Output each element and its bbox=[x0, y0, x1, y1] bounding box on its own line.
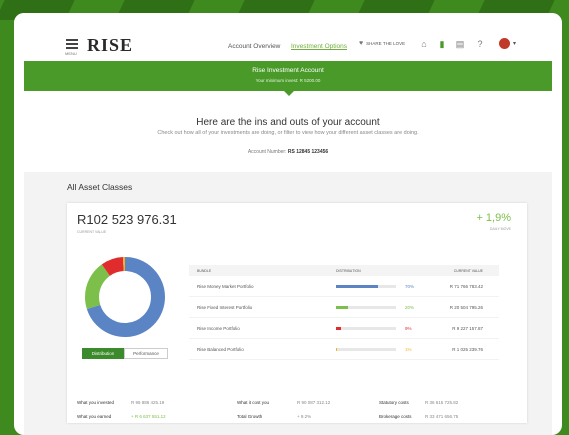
distribution-percent: 70% bbox=[405, 284, 415, 289]
bundle-current-value: R 20 504 795.26 bbox=[449, 305, 483, 310]
daily-move: + 1,9% bbox=[476, 212, 511, 224]
bundle-name: Rise Income Portfolio bbox=[197, 326, 240, 331]
nav-investment-options[interactable]: Investment Options bbox=[291, 43, 347, 50]
summary-item: Total Growth + 9.2% bbox=[237, 414, 377, 419]
account-number-label: Account Number: bbox=[247, 149, 287, 155]
bundle-name: Rise Fixed Interest Portfolio bbox=[197, 305, 253, 310]
distribution-bar bbox=[336, 285, 396, 288]
bundle-table: BUNDLE DISTRIBUTION CURRENT VALUE Rise M… bbox=[189, 265, 499, 360]
table-row[interactable]: Rise Fixed Interest Portfolio 20% R 20 504… bbox=[189, 297, 499, 318]
summary-item: What it cost you R 90 087 312.12 bbox=[237, 400, 377, 405]
table-header: BUNDLE DISTRIBUTION CURRENT VALUE bbox=[189, 265, 499, 276]
bundle-name: Rise Money Market Portfolio bbox=[197, 284, 254, 289]
distribution-bar-fill bbox=[336, 348, 337, 351]
distribution-bar bbox=[336, 306, 396, 309]
table-row[interactable]: Rise Balanced Portfolio 1% R 1 025 239.76 bbox=[189, 339, 499, 360]
nav-account-overview[interactable]: Account Overview bbox=[228, 43, 280, 50]
summary-label: Statutory costs bbox=[379, 400, 409, 405]
chevron-down-icon[interactable]: ▾ bbox=[513, 40, 516, 47]
banner-title: Rise Investment Account bbox=[252, 67, 324, 74]
table-row[interactable]: Rise Money Market Portfolio 70% R 71 766 7… bbox=[189, 276, 499, 297]
share-label: SHARE THE LOVE bbox=[366, 41, 406, 46]
gift-icon[interactable]: ⌂ bbox=[419, 39, 429, 49]
distribution-bar bbox=[336, 327, 396, 330]
account-number-value: RS 12845 123456 bbox=[287, 149, 329, 155]
summary-label: What you invested bbox=[77, 400, 115, 405]
account-number: Account Number: RS 12845 123456 bbox=[14, 149, 562, 155]
summary-item: What you earned + R 6 637 551.12 bbox=[77, 414, 217, 419]
summary-label: What it cost you bbox=[237, 400, 270, 405]
table-row[interactable]: Rise Income Portfolio 9% R 9 227 157.87 bbox=[189, 318, 499, 339]
banner-subtitle: Your minimum invest: R 5200.00 bbox=[255, 78, 321, 83]
banner-notch bbox=[284, 91, 294, 96]
menu-label: MENU bbox=[65, 51, 77, 56]
summary-item: What you invested R 95 886 425.19 bbox=[77, 400, 217, 405]
bundle-current-value: R 1 025 239.76 bbox=[452, 347, 483, 352]
app-window: MENU RISE Account Overview Investment Op… bbox=[14, 13, 562, 435]
notification-icon[interactable]: ▮ bbox=[437, 39, 447, 49]
distribution-bar-fill bbox=[336, 327, 342, 330]
distribution-bar-fill bbox=[336, 285, 378, 288]
menu-button[interactable]: MENU bbox=[65, 39, 78, 56]
bundle-current-value: R 9 227 157.87 bbox=[452, 326, 483, 331]
tab-performance[interactable]: Performance bbox=[124, 348, 168, 359]
page-subheading: Check out how all of your investments ar… bbox=[157, 130, 419, 136]
summary-label: What you earned bbox=[77, 414, 112, 419]
distribution-bar-fill bbox=[336, 306, 348, 309]
summary-item: Brokerage costs R 33 471 656.75 bbox=[379, 414, 519, 419]
distribution-donut-chart bbox=[85, 257, 165, 337]
help-icon[interactable]: ? bbox=[475, 39, 485, 49]
summary-label: Total Growth bbox=[237, 414, 263, 419]
summary-value: + 9.2% bbox=[297, 414, 312, 419]
account-banner: Rise Investment Account Your minimum inv… bbox=[24, 61, 552, 91]
summary-value: + R 6 637 551.12 bbox=[131, 414, 166, 419]
bundle-current-value: R 71 766 783.42 bbox=[449, 284, 483, 289]
col-bundle: BUNDLE bbox=[197, 269, 212, 273]
heart-icon: ♥ bbox=[359, 40, 364, 47]
top-navbar: MENU RISE Account Overview Investment Op… bbox=[14, 13, 562, 63]
calendar-icon[interactable]: ▤ bbox=[455, 39, 465, 49]
tab-distribution[interactable]: Distribution bbox=[82, 348, 124, 359]
summary-value: R 36 615 725.82 bbox=[425, 400, 459, 405]
summary-value: R 95 886 425.19 bbox=[131, 400, 165, 405]
page-heading: Here are the ins and outs of your accoun… bbox=[196, 117, 380, 128]
summary-value: R 33 471 656.75 bbox=[425, 414, 459, 419]
avatar[interactable] bbox=[499, 38, 510, 49]
share-the-love-link[interactable]: ♥ SHARE THE LOVE bbox=[359, 40, 405, 47]
daily-move-label: DAILY MOVE bbox=[489, 227, 511, 231]
summary-label: Brokerage costs bbox=[379, 414, 412, 419]
col-distribution: DISTRIBUTION bbox=[336, 269, 361, 273]
current-value: R102 523 976.31 bbox=[77, 212, 177, 227]
section-title: All Asset Classes bbox=[67, 182, 133, 192]
current-value-label: CURRENT VALUE bbox=[77, 230, 107, 234]
distribution-percent: 20% bbox=[405, 305, 415, 310]
rise-logo[interactable]: RISE bbox=[87, 35, 133, 56]
distribution-bar bbox=[336, 348, 396, 351]
summary-item: Statutory costs R 36 615 725.82 bbox=[379, 400, 519, 405]
asset-card: R102 523 976.31 CURRENT VALUE + 1,9% DAI… bbox=[67, 203, 527, 423]
col-current-value: CURRENT VALUE bbox=[453, 269, 483, 273]
summary-value: R 90 087 312.12 bbox=[297, 400, 331, 405]
bundle-name: Rise Balanced Portfolio bbox=[197, 347, 244, 352]
distribution-percent: 1% bbox=[405, 347, 412, 352]
distribution-percent: 9% bbox=[405, 326, 412, 331]
